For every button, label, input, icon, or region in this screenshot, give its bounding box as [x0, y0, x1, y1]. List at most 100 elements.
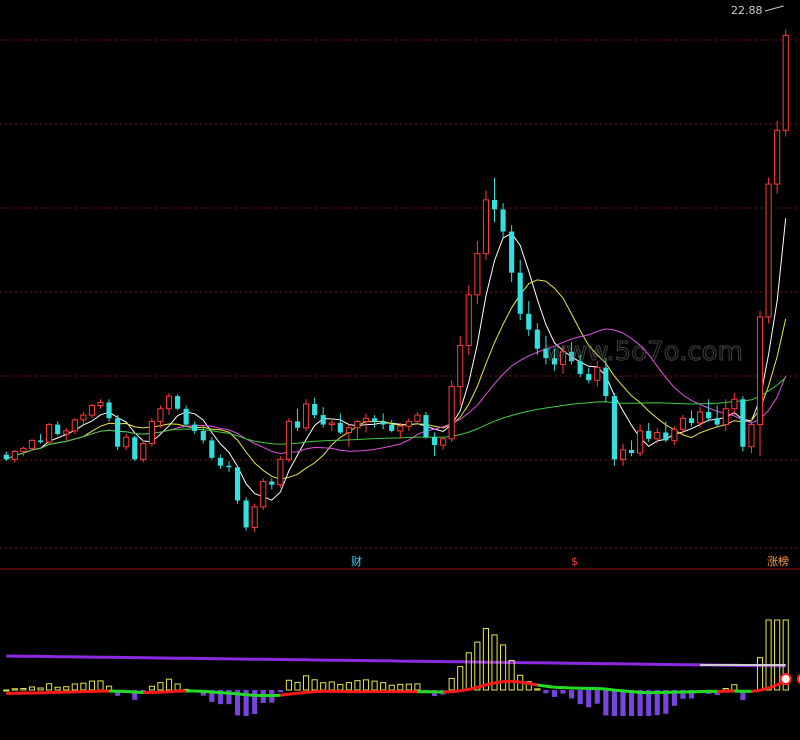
candle-body-down — [423, 415, 429, 438]
lower-line-segment — [297, 690, 307, 695]
indicator-bar-positive — [63, 686, 70, 691]
indicator-bar-positive — [97, 680, 104, 691]
indicator-bar-positive — [337, 683, 344, 691]
candle — [312, 397, 318, 419]
indicator-bar-positive — [354, 680, 361, 691]
candlestick-series — [3, 29, 789, 533]
candle — [157, 405, 164, 428]
indicator-bar-positive — [731, 684, 738, 691]
candle — [619, 443, 627, 466]
indicator-bar-positive — [397, 683, 404, 691]
indicator-bar-negative — [551, 690, 558, 697]
candle-body-down — [517, 272, 523, 314]
lower-line-segment — [511, 679, 521, 684]
candle — [37, 434, 44, 444]
candle-body-up — [71, 419, 78, 432]
indicator-bar-positive — [80, 682, 87, 691]
candle-body-down — [55, 424, 61, 435]
candle-body-up — [97, 401, 104, 407]
candle — [269, 478, 275, 490]
candle-body-up — [748, 424, 755, 448]
indicator-bar-positive — [20, 688, 27, 691]
candle — [663, 421, 669, 442]
marker-cai[interactable]: 财 — [351, 554, 362, 568]
indicator-bar-positive — [54, 686, 61, 691]
candle — [688, 410, 695, 427]
indicator-bar-positive — [285, 679, 293, 691]
candle-body-up — [722, 408, 729, 426]
lower-line-segment — [622, 689, 632, 694]
candle — [175, 394, 181, 411]
candle — [115, 415, 121, 450]
indicator-bar-positive — [474, 641, 481, 691]
indicator-bar-negative — [277, 690, 283, 693]
candle-body-down — [611, 396, 617, 460]
indicator-bar-negative — [628, 690, 635, 716]
candle — [88, 404, 96, 419]
indicator-bar-negative — [620, 690, 626, 716]
indicator-bar-negative — [252, 690, 258, 715]
candle — [740, 396, 746, 452]
lower-line-segment — [519, 680, 530, 685]
candle-body-down — [37, 440, 44, 442]
candle-body-up — [397, 425, 404, 432]
lower-line-segment — [451, 689, 461, 694]
lower-line-segment — [126, 689, 135, 694]
indicator-panel — [3, 619, 800, 716]
candle-body-down — [380, 421, 386, 425]
candle-body-down — [183, 408, 189, 425]
indicator-bar-negative — [543, 690, 549, 694]
candle-body-up — [619, 449, 627, 460]
candle — [226, 460, 232, 473]
indicator-bar-negative — [560, 690, 566, 694]
watermark: www.5o7o.com — [545, 337, 744, 368]
candle-body-down — [431, 437, 438, 446]
candle-body-down — [106, 402, 112, 419]
candle-body-up — [765, 183, 772, 318]
candle — [491, 177, 498, 223]
ma-10-line — [6, 279, 787, 480]
candle-body-up — [20, 447, 27, 452]
max-price-annotation: 22.88 — [731, 4, 784, 17]
candle-body-down — [526, 313, 532, 330]
indicator-bar-positive — [765, 619, 772, 691]
indicator-bar-positive — [756, 657, 764, 691]
candle — [277, 456, 284, 488]
indicator-bar-positive — [328, 681, 335, 691]
indicator-bar-positive — [28, 686, 36, 691]
lower-line-segment — [305, 690, 315, 694]
indicator-bar-positive — [174, 683, 181, 691]
lower-line-segment — [528, 681, 538, 687]
watermark-text: www.5o7o.com — [545, 337, 743, 367]
candle-body-down — [115, 418, 121, 447]
candle-body-down — [628, 449, 635, 454]
indicator-bar-positive — [311, 679, 318, 691]
candle-body-down — [663, 432, 669, 441]
candle — [354, 419, 361, 441]
candle — [192, 421, 198, 435]
candle-body-up — [157, 408, 164, 422]
candle-body-up — [345, 427, 352, 433]
marker-zhangbang[interactable]: 涨榜 — [767, 554, 789, 568]
marker-dollar[interactable]: $ — [571, 555, 578, 568]
candle — [140, 440, 147, 463]
candle-body-up — [671, 428, 678, 441]
candle-body-up — [285, 420, 293, 460]
max-price-arrow — [764, 5, 784, 12]
candle — [372, 415, 378, 428]
candle-body-up — [140, 443, 147, 460]
candle-body-up — [654, 431, 661, 440]
candle-body-down — [226, 465, 232, 468]
lower-line-segment — [494, 680, 504, 685]
candle-body-up — [696, 411, 704, 424]
candle — [671, 426, 678, 446]
candle — [97, 399, 104, 409]
candle-body-down — [217, 457, 223, 466]
candle — [405, 418, 412, 431]
candle-body-down — [234, 467, 241, 501]
indicator-bar-positive — [457, 666, 464, 691]
candle — [731, 392, 738, 416]
lower-line-segment — [545, 684, 555, 689]
indicator-bar-positive — [508, 659, 515, 691]
candle — [260, 478, 267, 511]
